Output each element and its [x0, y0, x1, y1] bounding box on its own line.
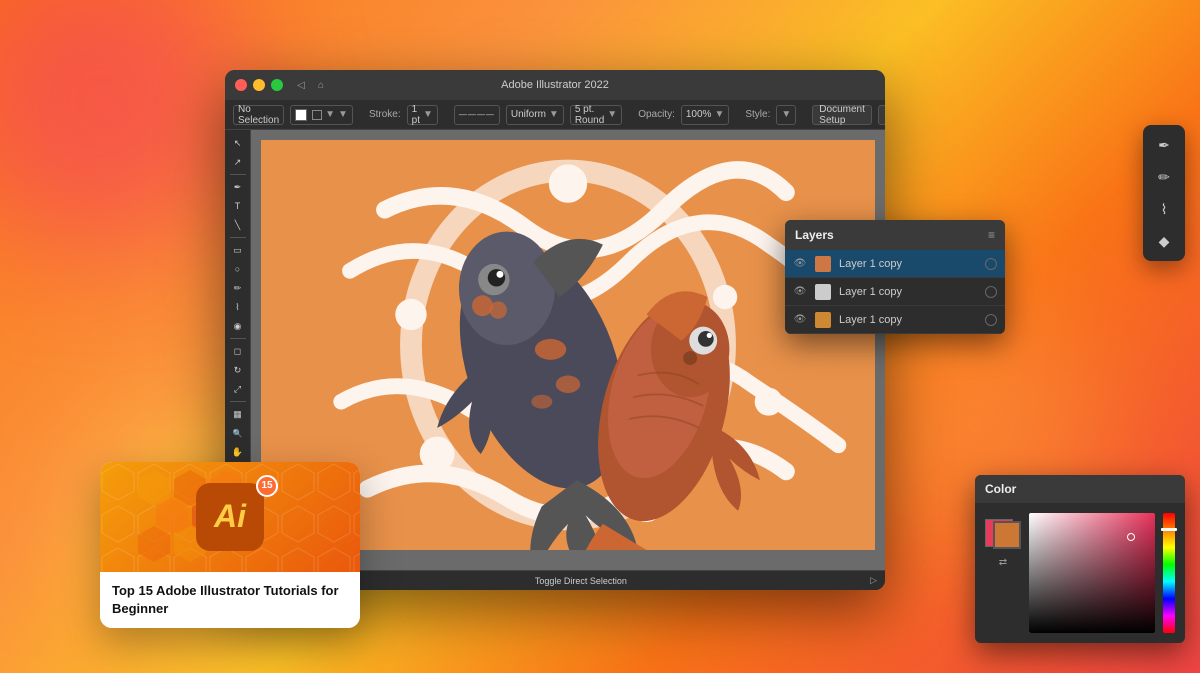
thumbnail-text: Top 15 Adobe Illustrator Tutorials for B…	[100, 572, 360, 628]
layer-color-2	[815, 312, 831, 328]
opacity-value[interactable]: 100% ▼	[681, 105, 729, 125]
pencil-tool[interactable]: ✏	[228, 279, 248, 297]
arrow-right: ▷	[870, 575, 877, 586]
layers-panel: Layers ≡ 👁 Layer 1 copy 👁 Layer 1 copy 👁…	[785, 220, 1005, 334]
bg-blob-1	[0, 0, 250, 250]
type-tool[interactable]: T	[228, 197, 248, 215]
layer-eye-1[interactable]: 👁	[793, 285, 807, 299]
rectangle-tool[interactable]: ▭	[228, 241, 248, 259]
style-item[interactable]: ▼	[776, 105, 796, 125]
stroke-value[interactable]: 1 pt ▼	[407, 105, 438, 125]
layers-title: Layers	[795, 228, 834, 242]
layer-target-2[interactable]	[985, 314, 997, 326]
color-body: ⇄	[975, 503, 1185, 643]
swatch-pair[interactable]	[985, 513, 1021, 549]
layer-target-0[interactable]	[985, 258, 997, 270]
back-icon[interactable]: ◁	[293, 77, 309, 93]
float-pen-tool[interactable]: ✒	[1150, 131, 1178, 159]
layers-menu-icon[interactable]: ≡	[988, 228, 995, 242]
layers-list: 👁 Layer 1 copy 👁 Layer 1 copy 👁 Layer 1 …	[785, 250, 1005, 334]
color-hue-bar[interactable]	[1163, 513, 1175, 633]
layer-name-2: Layer 1 copy	[839, 314, 977, 326]
color-title: Color	[985, 482, 1016, 496]
ai-logo-box: Ai 15	[196, 483, 264, 551]
blob-tool[interactable]: ◉	[228, 317, 248, 335]
line-tool[interactable]: ╲	[228, 216, 248, 234]
style-label: Style:	[745, 109, 770, 120]
float-pencil-tool[interactable]: ⌇	[1150, 195, 1178, 223]
direct-select-tool[interactable]: ↗	[228, 153, 248, 171]
home-icon[interactable]: ⌂	[313, 77, 329, 93]
bg-swatch[interactable]	[993, 521, 1021, 549]
stroke-label: Stroke:	[369, 109, 401, 120]
close-button[interactable]	[235, 79, 247, 91]
fullscreen-button[interactable]	[271, 79, 283, 91]
brush-tool[interactable]: ⌇	[228, 298, 248, 316]
tool-sep-4	[230, 401, 246, 402]
color-gradient[interactable]	[1029, 513, 1155, 633]
layer-name-0: Layer 1 copy	[839, 258, 977, 270]
swap-icon[interactable]: ⇄	[999, 557, 1007, 568]
thumbnail-card: Ai 15 Top 15 Adobe Illustrator Tutorials…	[100, 462, 360, 628]
tool-sep-1	[230, 174, 246, 175]
graph-tool[interactable]: ▦	[228, 405, 248, 423]
layers-header: Layers ≡	[785, 220, 1005, 250]
color-gradient-main	[1029, 513, 1155, 633]
color-header: Color	[975, 475, 1185, 503]
float-toolbar: ✒ ✏ ⌇ ◆	[1143, 125, 1185, 261]
toolbar-bar: No Selection ▼ ▼ Stroke: 1 pt ▼ ———— Uni…	[225, 100, 885, 130]
minimize-button[interactable]	[253, 79, 265, 91]
zoom-tool[interactable]: 🔍	[228, 424, 248, 442]
scale-tool[interactable]: ⤢	[228, 380, 248, 398]
float-brush-tool[interactable]: ✏	[1150, 163, 1178, 191]
notification-badge: 15	[256, 475, 278, 497]
traffic-lights	[235, 79, 283, 91]
uniform-item[interactable]: Uniform ▼	[506, 105, 564, 125]
tool-sep-3	[230, 338, 246, 339]
no-selection-item: No Selection	[233, 105, 284, 125]
layer-row-1[interactable]: 👁 Layer 1 copy	[785, 278, 1005, 306]
preferences-button[interactable]: Preferences	[878, 105, 885, 125]
round-cap-item[interactable]: 5 pt. Round ▼	[570, 105, 622, 125]
rotate-tool[interactable]: ↻	[228, 361, 248, 379]
thumbnail-title: Top 15 Adobe Illustrator Tutorials for B…	[112, 582, 348, 618]
doc-setup-button[interactable]: Document Setup	[812, 105, 872, 125]
fill-stroke-item: ▼ ▼	[290, 105, 353, 125]
eraser-tool[interactable]: ◻	[228, 342, 248, 360]
layer-eye-2[interactable]: 👁	[793, 313, 807, 327]
hand-tool[interactable]: ✋	[228, 443, 248, 461]
toggle-label: Toggle Direct Selection	[300, 576, 862, 586]
window-title: Adobe Illustrator 2022	[501, 79, 609, 91]
color-panel: Color ⇄	[975, 475, 1185, 643]
window-nav-icons: ◁ ⌂	[293, 77, 329, 93]
pen-tool[interactable]: ✒	[228, 178, 248, 196]
thumbnail-image: Ai 15	[100, 462, 360, 572]
ai-logo-text: Ai	[214, 498, 246, 535]
select-tool[interactable]: ↖	[228, 134, 248, 152]
layer-color-1	[815, 284, 831, 300]
layer-target-1[interactable]	[985, 286, 997, 298]
color-swatches: ⇄	[985, 513, 1021, 633]
title-bar: ◁ ⌂ Adobe Illustrator 2022	[225, 70, 885, 100]
layer-name-1: Layer 1 copy	[839, 286, 977, 298]
layer-row-2[interactable]: 👁 Layer 1 copy	[785, 306, 1005, 334]
layer-eye-0[interactable]: 👁	[793, 257, 807, 271]
float-fill-tool[interactable]: ◆	[1150, 227, 1178, 255]
hue-indicator	[1161, 528, 1177, 531]
ai-logo-container: Ai 15	[196, 483, 264, 551]
color-cursor	[1127, 533, 1135, 541]
layer-color-0	[815, 256, 831, 272]
opacity-label: Opacity:	[638, 109, 675, 120]
layer-row-0[interactable]: 👁 Layer 1 copy	[785, 250, 1005, 278]
ellipse-tool[interactable]: ○	[228, 260, 248, 278]
tool-sep-2	[230, 237, 246, 238]
stroke-style-item[interactable]: ————	[454, 105, 500, 125]
